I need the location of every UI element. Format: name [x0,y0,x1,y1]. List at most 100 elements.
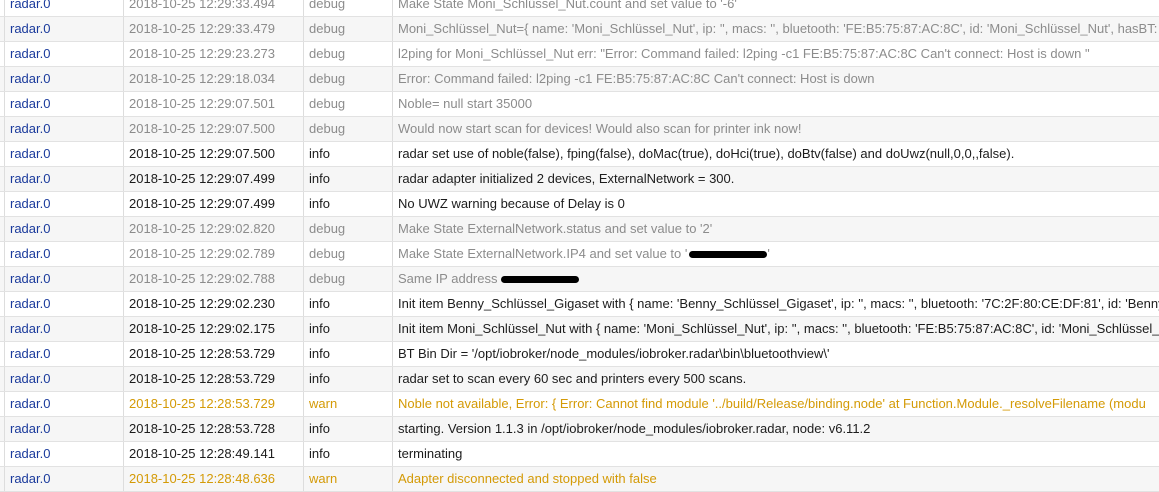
log-time: 2018-10-25 12:29:18.034 [124,67,304,91]
redaction-scribble [689,251,768,259]
log-table: radar.0 2018-10-25 12:29:33.494 debug Ma… [0,0,1159,492]
log-level: info [304,442,393,466]
log-source: radar.0 [4,0,124,16]
log-level: info [304,167,393,191]
log-time: 2018-10-25 12:28:48.636 [124,467,304,491]
log-level: debug [304,67,393,91]
log-row[interactable]: radar.0 2018-10-25 12:29:07.499 info No … [0,192,1159,217]
log-level: warn [304,467,393,491]
log-message: Init item Moni_Schlüssel_Nut with { name… [398,321,1159,336]
log-message: Noble not available, Error: { Error: Can… [398,396,1146,411]
log-row[interactable]: radar.0 2018-10-25 12:28:53.729 info rad… [0,367,1159,392]
log-source: radar.0 [4,292,124,316]
log-time: 2018-10-25 12:28:53.729 [124,342,304,366]
log-time: 2018-10-25 12:29:23.273 [124,42,304,66]
log-message: starting. Version 1.1.3 in /opt/iobroker… [398,421,871,436]
log-message: Make State Moni_Schlüssel_Nut.count and … [398,0,737,11]
log-source: radar.0 [4,167,124,191]
log-row[interactable]: radar.0 2018-10-25 12:28:53.729 info BT … [0,342,1159,367]
log-level: info [304,192,393,216]
log-message: Adapter disconnected and stopped with fa… [398,471,657,486]
log-level: debug [304,117,393,141]
log-level: debug [304,242,393,266]
log-source: radar.0 [4,367,124,391]
log-source: radar.0 [4,442,124,466]
log-source: radar.0 [4,17,124,41]
log-message-tail: ' [767,246,770,261]
log-message: Make State ExternalNetwork.IP4 and set v… [393,242,1159,266]
log-time: 2018-10-25 12:29:02.175 [124,317,304,341]
log-time: 2018-10-25 12:29:33.494 [124,0,304,16]
log-time: 2018-10-25 12:28:53.728 [124,417,304,441]
log-time: 2018-10-25 12:29:02.820 [124,217,304,241]
log-time: 2018-10-25 12:29:02.230 [124,292,304,316]
log-row[interactable]: radar.0 2018-10-25 12:28:48.636 warn Ada… [0,467,1159,492]
log-message: Same IP address [393,267,1159,291]
log-level: debug [304,92,393,116]
redaction-scribble [501,276,580,284]
log-level: info [304,292,393,316]
log-row[interactable]: radar.0 2018-10-25 12:29:07.501 debug No… [0,92,1159,117]
log-source: radar.0 [4,217,124,241]
log-message: radar set to scan every 60 sec and print… [398,371,747,386]
log-message: Would now start scan for devices! Would … [398,121,802,136]
log-level: debug [304,267,393,291]
log-time: 2018-10-25 12:29:02.788 [124,267,304,291]
log-source: radar.0 [4,192,124,216]
log-message: terminating [398,446,463,461]
log-time: 2018-10-25 12:29:07.500 [124,142,304,166]
log-row[interactable]: radar.0 2018-10-25 12:29:23.273 debug l2… [0,42,1159,67]
log-time: 2018-10-25 12:29:07.499 [124,167,304,191]
log-source: radar.0 [4,392,124,416]
log-source: radar.0 [4,242,124,266]
log-time: 2018-10-25 12:28:53.729 [124,392,304,416]
log-time: 2018-10-25 12:29:33.479 [124,17,304,41]
log-message-text: Make State ExternalNetwork.IP4 and set v… [398,246,688,261]
log-level: info [304,317,393,341]
log-source: radar.0 [4,142,124,166]
log-row[interactable]: radar.0 2018-10-25 12:29:18.034 debug Er… [0,67,1159,92]
log-row[interactable]: radar.0 2018-10-25 12:29:07.500 debug Wo… [0,117,1159,142]
log-level: info [304,342,393,366]
log-message: radar set use of noble(false), fping(fal… [398,146,1015,161]
log-source: radar.0 [4,267,124,291]
log-message: Make State ExternalNetwork.status and se… [398,221,713,236]
log-message: Init item Benny_Schlüssel_Gigaset with {… [398,296,1159,311]
log-message: BT Bin Dir = '/opt/iobroker/node_modules… [398,346,830,361]
log-row[interactable]: radar.0 2018-10-25 12:29:02.175 info Ini… [0,317,1159,342]
log-message: Moni_Schlüssel_Nut={ name: 'Moni_Schlüss… [398,21,1159,36]
log-level: info [304,367,393,391]
log-row[interactable]: radar.0 2018-10-25 12:29:02.789 debug Ma… [0,242,1159,267]
log-level: debug [304,42,393,66]
log-row[interactable]: radar.0 2018-10-25 12:29:02.230 info Ini… [0,292,1159,317]
log-time: 2018-10-25 12:29:07.500 [124,117,304,141]
log-source: radar.0 [4,67,124,91]
log-row[interactable]: radar.0 2018-10-25 12:29:33.479 debug Mo… [0,17,1159,42]
log-row[interactable]: radar.0 2018-10-25 12:28:53.728 info sta… [0,417,1159,442]
log-level: info [304,142,393,166]
log-message: Error: Command failed: l2ping -c1 FE:B5:… [398,71,875,86]
log-message-text: Same IP address [398,271,498,286]
log-source: radar.0 [4,92,124,116]
log-row[interactable]: radar.0 2018-10-25 12:29:07.499 info rad… [0,167,1159,192]
log-row[interactable]: radar.0 2018-10-25 12:29:02.788 debug Sa… [0,267,1159,292]
log-source: radar.0 [4,42,124,66]
log-row[interactable]: radar.0 2018-10-25 12:28:49.141 info ter… [0,442,1159,467]
log-source: radar.0 [4,117,124,141]
log-time: 2018-10-25 12:29:02.789 [124,242,304,266]
log-source: radar.0 [4,317,124,341]
log-source: radar.0 [4,467,124,491]
log-time: 2018-10-25 12:29:07.501 [124,92,304,116]
log-message: No UWZ warning because of Delay is 0 [398,196,625,211]
log-row[interactable]: radar.0 2018-10-25 12:29:02.820 debug Ma… [0,217,1159,242]
log-row[interactable]: radar.0 2018-10-25 12:29:33.494 debug Ma… [0,0,1159,17]
log-row[interactable]: radar.0 2018-10-25 12:28:53.729 warn Nob… [0,392,1159,417]
log-time: 2018-10-25 12:28:53.729 [124,367,304,391]
log-level: debug [304,17,393,41]
log-level: debug [304,217,393,241]
log-row[interactable]: radar.0 2018-10-25 12:29:07.500 info rad… [0,142,1159,167]
log-time: 2018-10-25 12:29:07.499 [124,192,304,216]
log-level: warn [304,392,393,416]
log-message: radar adapter initialized 2 devices, Ext… [398,171,735,186]
log-message: Noble= null start 35000 [398,96,533,111]
